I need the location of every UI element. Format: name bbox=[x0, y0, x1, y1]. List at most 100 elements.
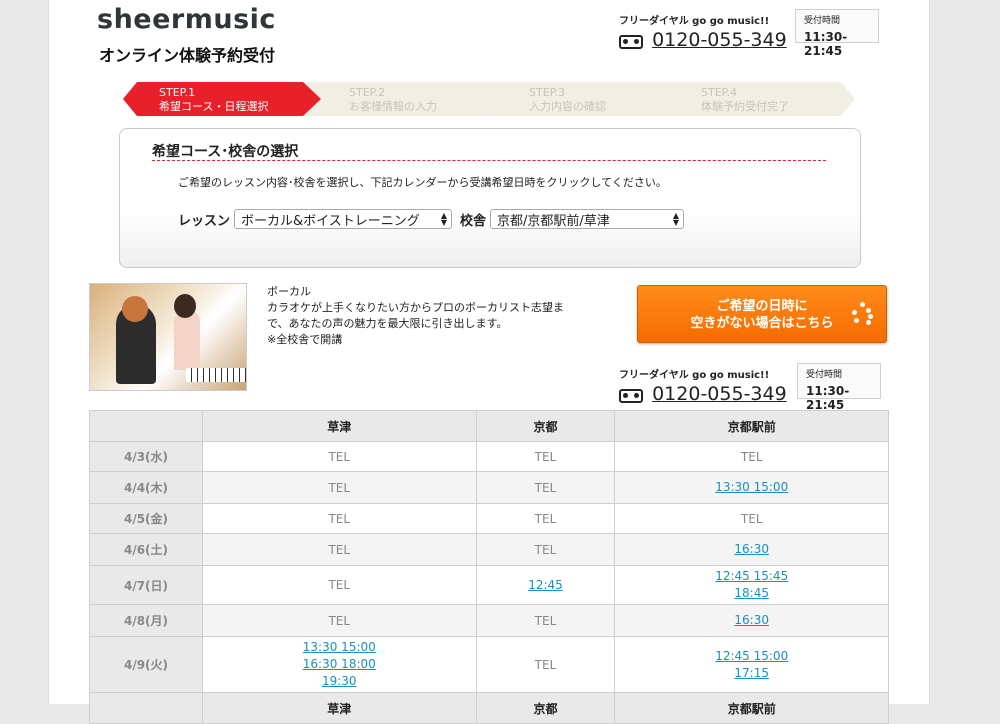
photo-piano-keys bbox=[186, 368, 246, 382]
select-arrows-icon: ▲ ▼ bbox=[440, 211, 448, 227]
slot-cell: 12:45 15:00 17:15 bbox=[614, 636, 889, 693]
header-kusatsu: 草津 bbox=[202, 410, 477, 442]
time-slot-link[interactable]: 16:30 bbox=[734, 613, 769, 627]
time-slot-link[interactable]: 12:45 15:45 bbox=[715, 569, 788, 583]
slot-cell: 12:45 15:45 18:45 bbox=[614, 565, 889, 605]
slot-cell: TEL bbox=[475, 503, 616, 534]
time-slot-link[interactable]: 18:45 bbox=[734, 586, 769, 600]
table-footer-row: 草津 京都 京都駅前 bbox=[89, 692, 889, 724]
table-row: 4/6(土) TEL TEL 16:30 bbox=[89, 533, 889, 566]
slot-cell: 13:30 15:00 bbox=[614, 471, 889, 504]
no-availability-button[interactable]: ご希望の日時に 空きがない場合はこちら bbox=[637, 285, 887, 343]
hours-box-bottom: 受付時間 11:30-21:45 bbox=[797, 363, 881, 412]
slot-cell: TEL bbox=[614, 503, 889, 534]
header-cell-empty bbox=[89, 410, 203, 442]
slot-cell: TEL bbox=[475, 533, 616, 566]
tel-text: TEL bbox=[328, 449, 351, 464]
header-kyoto: 京都 bbox=[475, 410, 616, 442]
time-slot-link[interactable]: 13:30 15:00 bbox=[715, 480, 788, 494]
panel-divider bbox=[152, 160, 826, 161]
tel-text: TEL bbox=[328, 613, 351, 628]
table-row: 4/7(日) TEL 12:45 12:45 15:45 18:45 bbox=[89, 565, 889, 605]
free-dial-icon bbox=[619, 388, 643, 403]
step-progress: STEP.1 希望コース・日程選択 STEP.2 お客様情報の入力 STEP.3… bbox=[123, 82, 855, 116]
tel-text: TEL bbox=[740, 449, 763, 464]
photo-figure-2 bbox=[174, 310, 200, 370]
footer-kyoto-ekimae: 京都駅前 bbox=[614, 692, 889, 724]
step-2: STEP.2 お客様情報の入力 bbox=[303, 82, 503, 116]
time-slot-link[interactable]: 16:30 bbox=[734, 542, 769, 556]
time-line: 13:30 15:00 bbox=[203, 639, 476, 656]
tel-text: TEL bbox=[328, 578, 351, 592]
schedule-table: 草津 京都 京都駅前 4/3(水) TEL TEL TEL 4/4(木) TEL TEL 13… bbox=[89, 410, 889, 724]
table-header-row: 草津 京都 京都駅前 bbox=[89, 410, 889, 442]
date-cell: 4/6(土) bbox=[89, 533, 203, 566]
time-slot-link[interactable]: 19:30 bbox=[322, 674, 357, 688]
step-3-label: 入力内容の確認 bbox=[529, 100, 606, 113]
slot-cell: TEL bbox=[202, 604, 477, 637]
phone-number-link[interactable]: 0120-055-349 bbox=[652, 383, 787, 405]
time-line: 13:30 15:00 bbox=[615, 479, 888, 496]
slot-cell: TEL bbox=[202, 471, 477, 504]
footer-cell-empty bbox=[89, 692, 203, 724]
time-slot-link[interactable]: 13:30 15:00 bbox=[303, 640, 376, 654]
tel-text: TEL bbox=[534, 480, 557, 495]
hours-value: 11:30-21:45 bbox=[806, 384, 850, 412]
hours-label: 受付時間 bbox=[806, 370, 843, 380]
slot-cell: TEL bbox=[202, 565, 477, 605]
step-3-num: STEP.3 bbox=[529, 86, 566, 99]
course-text-line-1: カラオケが上手くなりたい方からプロのボーカリスト志望ま bbox=[267, 301, 564, 314]
time-slot-link[interactable]: 17:15 bbox=[734, 666, 769, 680]
step-1-label: 希望コース・日程選択 bbox=[159, 100, 269, 113]
selection-row: レッスン ボーカル&ボイストレーニング ▲ ▼ 校舎 京都/京都駅前/草津 ▲ ▼ bbox=[178, 209, 692, 229]
date-cell: 4/3(水) bbox=[89, 441, 203, 472]
slot-cell: 12:45 bbox=[475, 565, 616, 605]
step-2-num: STEP.2 bbox=[349, 86, 386, 99]
slot-cell: TEL bbox=[475, 471, 616, 504]
slot-cell: TEL bbox=[614, 441, 889, 472]
tel-text: TEL bbox=[328, 480, 351, 495]
slot-cell: 16:30 bbox=[614, 604, 889, 637]
lesson-label: レッスン bbox=[178, 213, 231, 229]
course-photo bbox=[89, 283, 247, 391]
photo-figure-1-head bbox=[122, 296, 148, 322]
cta-line-2: 空きがない場合はこちら bbox=[690, 316, 834, 331]
panel-title: 希望コース･校舎の選択 bbox=[152, 144, 299, 160]
time-slot-link[interactable]: 16:30 18:00 bbox=[303, 657, 376, 671]
hours-box-top: 受付時間 11:30-21:45 bbox=[795, 9, 879, 58]
table-row: 4/9(火) 13:30 15:00 16:30 18:00 19:30 TEL 12:4… bbox=[89, 636, 889, 693]
step-4-label: 体験予約受付完了 bbox=[701, 100, 789, 113]
lesson-select[interactable]: ボーカル&ボイストレーニング ▲ ▼ bbox=[234, 209, 453, 229]
tel-text: TEL bbox=[534, 542, 557, 557]
logo[interactable]: sheermusic bbox=[97, 4, 276, 35]
table-row: 4/8(月) TEL TEL 16:30 bbox=[89, 604, 889, 637]
course-selection-panel: 希望コース･校舎の選択 ご希望のレッスン内容･校舎を選択し、下記カレンダーから受… bbox=[119, 128, 861, 268]
header-kyoto-ekimae: 京都駅前 bbox=[614, 410, 889, 442]
step-1-num: STEP.1 bbox=[159, 86, 196, 99]
school-label: 校舎 bbox=[460, 213, 487, 229]
phone-number-link[interactable]: 0120-055-349 bbox=[652, 29, 787, 51]
slot-cell: 16:30 bbox=[614, 533, 889, 566]
time-line: 16:30 18:00 bbox=[203, 656, 476, 673]
table-row: 4/5(金) TEL TEL TEL bbox=[89, 503, 889, 534]
page-subtitle: オンライン体験予約受付 bbox=[99, 46, 276, 65]
time-slot-link[interactable]: 12:45 15:00 bbox=[715, 649, 788, 663]
tel-text: TEL bbox=[534, 511, 557, 526]
panel-description: ご希望のレッスン内容･校舎を選択し、下記カレンダーから受講希望日時をクリックして… bbox=[178, 176, 667, 189]
course-description: ボーカル カラオケが上手くなりたい方からプロのボーカリスト志望ま で、あなたの声… bbox=[267, 284, 567, 348]
date-cell: 4/5(金) bbox=[89, 503, 203, 534]
school-select[interactable]: 京都/京都駅前/草津 ▲ ▼ bbox=[490, 209, 685, 229]
time-slot-link[interactable]: 12:45 bbox=[528, 578, 563, 592]
tel-text: TEL bbox=[534, 613, 557, 628]
slot-cell: TEL bbox=[475, 441, 616, 472]
slot-cell: TEL bbox=[202, 441, 477, 472]
date-cell: 4/4(木) bbox=[89, 471, 203, 504]
tel-text: TEL bbox=[740, 511, 763, 526]
free-dial-label: フリーダイヤル go go music!! bbox=[619, 370, 770, 381]
tel-text: TEL bbox=[534, 657, 557, 672]
dots-arrow-icon bbox=[852, 302, 873, 328]
time-line: 12:45 15:45 bbox=[615, 568, 888, 585]
step-3: STEP.3 入力内容の確認 bbox=[483, 82, 683, 116]
time-line: 17:15 bbox=[615, 665, 888, 682]
date-cell: 4/7(日) bbox=[89, 565, 203, 605]
